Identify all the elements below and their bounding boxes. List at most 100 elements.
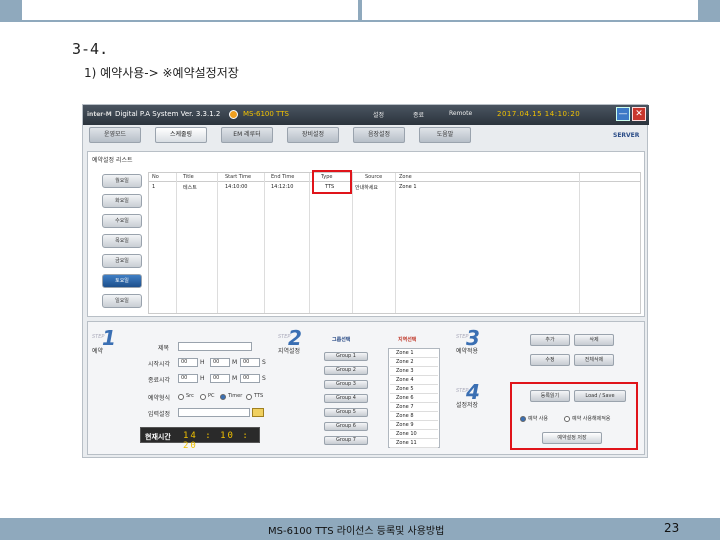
main-tabs: 운영모드 스케줄링 EM 레루터 장비설정 음장설정 도움말 SERVER bbox=[85, 127, 647, 145]
start-min-select[interactable]: 00 bbox=[210, 358, 230, 367]
model-name: MS-6100 TTS bbox=[243, 110, 289, 118]
table-divider bbox=[352, 173, 353, 313]
sec-unit: S bbox=[262, 359, 266, 366]
slide-top-bar bbox=[0, 0, 720, 22]
group-button-2[interactable]: Group 2 bbox=[324, 366, 368, 375]
table-divider bbox=[217, 173, 218, 313]
tab-device-settings[interactable]: 장비설정 bbox=[287, 127, 339, 143]
group-button-5[interactable]: Group 5 bbox=[324, 408, 368, 417]
group-button-7[interactable]: Group 7 bbox=[324, 436, 368, 445]
table-divider bbox=[395, 173, 396, 313]
title-input[interactable] bbox=[178, 342, 252, 351]
system-title: Digital P.A System Ver. 3.3.1.2 bbox=[115, 110, 221, 118]
footer-doc-title: MS-6100 TTS 라이선스 등록및 사용방법 bbox=[268, 526, 445, 537]
group-button-4[interactable]: Group 4 bbox=[324, 394, 368, 403]
current-time-value: 14 : 10 : 20 bbox=[183, 431, 250, 451]
add-button[interactable]: 추가 bbox=[530, 334, 570, 346]
sec-unit: S bbox=[262, 375, 266, 382]
tab-scheduling[interactable]: 스케줄링 bbox=[155, 127, 207, 143]
type-column-highlight bbox=[312, 170, 352, 194]
close-button[interactable]: ✕ bbox=[632, 107, 646, 121]
exit-title-button[interactable]: 종료 bbox=[413, 110, 424, 119]
app-title-bar: inter-M Digital P.A System Ver. 3.3.1.2 … bbox=[83, 105, 649, 125]
model-indicator-icon bbox=[229, 110, 238, 119]
day-button-mon[interactable]: 월요일 bbox=[102, 174, 142, 188]
day-button-fri[interactable]: 금요일 bbox=[102, 254, 142, 268]
zone-select-header: 지역선택 bbox=[398, 337, 417, 343]
top-bar-segment bbox=[362, 0, 698, 20]
day-button-wed[interactable]: 수요일 bbox=[102, 214, 142, 228]
tab-sound-settings[interactable]: 음장설정 bbox=[353, 127, 405, 143]
datetime-display: 2017.04.15 14:10:20 bbox=[497, 110, 581, 118]
slide-footer: MS-6100 TTS 라이선스 등록및 사용방법 23 bbox=[0, 518, 720, 540]
minimize-button[interactable]: — bbox=[616, 107, 630, 121]
tab-operation[interactable]: 운영모드 bbox=[89, 127, 141, 143]
start-hour-select[interactable]: 00 bbox=[178, 358, 198, 367]
tab-help[interactable]: 도움말 bbox=[419, 127, 471, 143]
folder-icon[interactable] bbox=[252, 408, 264, 417]
app-window: inter-M Digital P.A System Ver. 3.3.1.2 … bbox=[82, 104, 649, 458]
day-button-sun[interactable]: 일요일 bbox=[102, 294, 142, 308]
end-hour-select[interactable]: 00 bbox=[178, 374, 198, 383]
schedule-list-title: 예약설정 리스트 bbox=[92, 157, 133, 164]
zone-item-9[interactable]: Zone 9 bbox=[390, 422, 438, 430]
tab-em-router[interactable]: EM 레루터 bbox=[221, 127, 273, 143]
cell-title: 테스트 bbox=[183, 185, 197, 191]
zone-item-4[interactable]: Zone 4 bbox=[390, 377, 438, 385]
remote-title-button[interactable]: Remote bbox=[449, 110, 472, 117]
min-unit: M bbox=[232, 375, 238, 382]
step4-label: 설정저장 bbox=[456, 402, 479, 409]
zone-item-7[interactable]: Zone 7 bbox=[390, 404, 438, 412]
step3-label: 예약적용 bbox=[456, 348, 479, 355]
zone-item-3[interactable]: Zone 3 bbox=[390, 368, 438, 376]
settings-title-button[interactable]: 설정 bbox=[373, 110, 384, 119]
top-bar-segment bbox=[22, 0, 358, 20]
method-pc-label: PC bbox=[208, 393, 215, 399]
cell-zone: Zone 1 bbox=[399, 184, 417, 190]
zone-item-6[interactable]: Zone 6 bbox=[390, 395, 438, 403]
edit-button[interactable]: 수정 bbox=[530, 354, 570, 366]
method-tts-label: TTS bbox=[254, 393, 264, 399]
col-source: Source bbox=[365, 174, 383, 180]
zone-item-10[interactable]: Zone 10 bbox=[390, 431, 438, 439]
day-button-sat[interactable]: 토요일 bbox=[102, 274, 142, 288]
table-divider bbox=[264, 173, 265, 313]
table-divider bbox=[176, 173, 177, 313]
col-title: Title bbox=[183, 174, 194, 180]
method-timer-label: Timer bbox=[228, 393, 243, 399]
group-button-6[interactable]: Group 6 bbox=[324, 422, 368, 431]
method-radio-timer[interactable] bbox=[220, 394, 226, 400]
method-radio-src[interactable] bbox=[178, 394, 184, 400]
delete-all-button[interactable]: 전체삭제 bbox=[574, 354, 614, 366]
group-button-1[interactable]: Group 1 bbox=[324, 352, 368, 361]
slide-heading: 3-4. bbox=[72, 40, 109, 58]
zone-item-8[interactable]: Zone 8 bbox=[390, 413, 438, 421]
start-sec-select[interactable]: 00 bbox=[240, 358, 260, 367]
group-select-header: 그룹선택 bbox=[332, 337, 351, 343]
group-button-3[interactable]: Group 3 bbox=[324, 380, 368, 389]
zone-item-2[interactable]: Zone 2 bbox=[390, 359, 438, 367]
end-time-label: 종료시각 bbox=[148, 377, 171, 384]
method-label: 예약형식 bbox=[148, 395, 171, 402]
delete-button[interactable]: 삭제 bbox=[574, 334, 614, 346]
col-zone: Zone bbox=[399, 174, 412, 180]
end-sec-select[interactable]: 00 bbox=[240, 374, 260, 383]
end-min-select[interactable]: 00 bbox=[210, 374, 230, 383]
page-number: 23 bbox=[664, 521, 680, 535]
zone-item-11[interactable]: Zone 11 bbox=[390, 440, 438, 448]
method-radio-pc[interactable] bbox=[200, 394, 206, 400]
day-button-thu[interactable]: 목요일 bbox=[102, 234, 142, 248]
current-time-label: 현재시간 bbox=[145, 433, 171, 441]
col-start-time: Start Time bbox=[225, 174, 252, 180]
schedule-list-panel: 예약설정 리스트 월요일 화요일 수요일 목요일 금요일 토요일 일요일 No … bbox=[87, 151, 645, 317]
zone-item-1[interactable]: Zone 1 bbox=[390, 350, 438, 358]
input-settings-field[interactable] bbox=[178, 408, 250, 417]
method-radio-tts[interactable] bbox=[246, 394, 252, 400]
zone-item-5[interactable]: Zone 5 bbox=[390, 386, 438, 394]
slide-subheading: 1) 예약사용-> ※예약설정저장 bbox=[84, 66, 239, 80]
min-unit: M bbox=[232, 359, 238, 366]
day-button-tue[interactable]: 화요일 bbox=[102, 194, 142, 208]
step2-label: 지역설정 bbox=[278, 348, 301, 355]
cell-end-time: 14:12:10 bbox=[271, 184, 294, 190]
hour-unit: H bbox=[200, 359, 205, 366]
